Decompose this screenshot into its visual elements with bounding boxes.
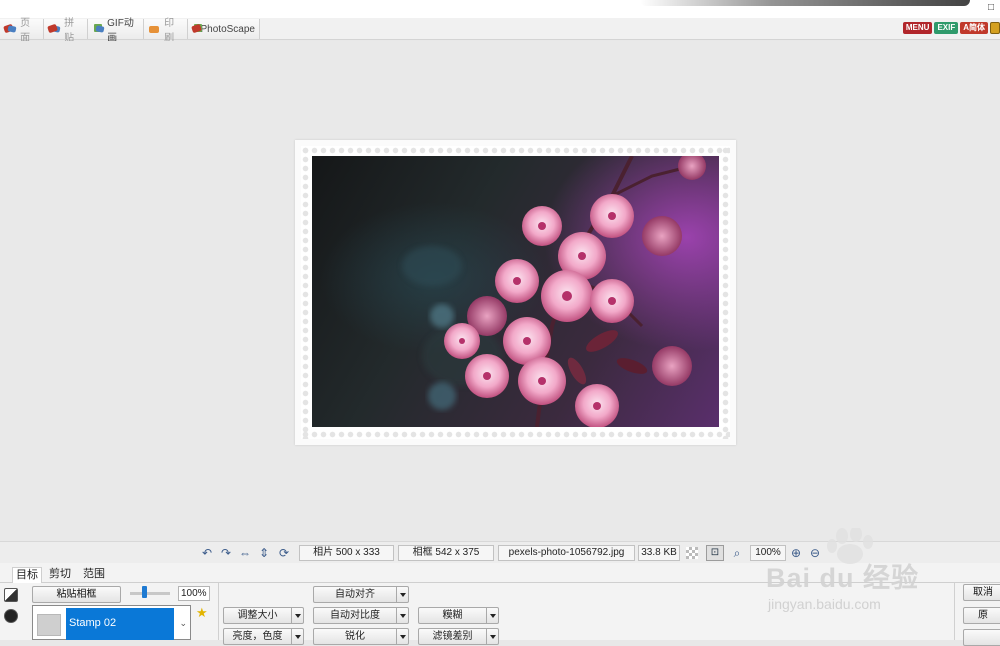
tab-range[interactable]: 范围 (80, 567, 108, 583)
restore-window-button[interactable]: □ (988, 2, 998, 14)
stamp-frame (295, 140, 736, 445)
watermark-url: jingyan.baidu.com (768, 596, 881, 612)
tab-print[interactable]: 印刷 (144, 18, 188, 44)
brush-tool-icon[interactable] (4, 609, 18, 623)
chevron-down-icon[interactable] (487, 607, 499, 624)
opacity-field[interactable]: 100% (178, 586, 210, 601)
photo-preview[interactable] (312, 156, 719, 427)
language-button[interactable]: A简体 (960, 22, 988, 34)
opacity-slider-thumb[interactable] (142, 586, 147, 598)
tab-gif[interactable]: GIF动画 (88, 18, 144, 44)
chevron-down-icon[interactable] (397, 586, 409, 603)
page-icon (3, 23, 17, 35)
tab-photoscape[interactable]: PhotoScape (188, 19, 260, 39)
top-right-badges: MENU EXIF A简体 (902, 22, 1000, 36)
title-strip: □ (0, 0, 1000, 18)
chevron-down-icon[interactable] (292, 607, 304, 624)
auto-level-button[interactable]: 自动对齐 (313, 586, 409, 603)
photo-size-field: 相片 500 x 333 (299, 545, 394, 561)
tab-crop[interactable]: 剪切 (46, 567, 74, 583)
original-button[interactable]: 原 (963, 607, 1000, 624)
tab-page[interactable]: 页面 (0, 18, 44, 44)
paste-frame-button[interactable]: 粘贴相框 (32, 586, 121, 603)
rotate-right-icon[interactable]: ↷ (219, 546, 233, 560)
editor-canvas[interactable] (0, 41, 1000, 541)
tab-gif-label: GIF动画 (107, 18, 134, 44)
opacity-slider[interactable] (130, 592, 170, 595)
watermark-text: Bai du 经验 (766, 563, 920, 593)
tab-page-label: 页面 (20, 18, 31, 44)
tab-combine[interactable]: 拼贴 (44, 18, 88, 44)
blur-button[interactable]: 糢糊 (418, 607, 499, 624)
resize-button[interactable]: 调整大小 (223, 607, 304, 624)
blurred-overlay (640, 0, 970, 6)
flip-horizontal-icon[interactable]: ⇔ (238, 546, 252, 560)
frame-thumbnail (37, 614, 61, 636)
file-size-field: 33.8 KB (638, 545, 680, 561)
combine-icon (47, 23, 61, 35)
tab-combine-label: 拼贴 (64, 18, 75, 44)
chevron-down-icon[interactable] (487, 628, 499, 645)
file-name-field: pexels-photo-1056792.jpg (498, 545, 635, 561)
folder-icon[interactable] (990, 22, 1000, 34)
menu-button[interactable]: MENU (902, 22, 933, 34)
module-tab-bar: 页面 拼贴 GIF动画 印刷 PhotoScape (0, 18, 1000, 44)
sharpen-button[interactable]: 锐化 (313, 628, 409, 645)
cancel-button[interactable]: 取消 (963, 584, 1000, 601)
zoom-fit-button[interactable]: ⊡ (706, 545, 724, 561)
gif-icon (91, 23, 105, 35)
brightness-button[interactable]: 亮度，色度 (223, 628, 304, 645)
color-tool-icon[interactable] (4, 588, 18, 602)
frame-selector[interactable]: Stamp 02 ⌄ (32, 605, 191, 640)
chevron-down-icon[interactable] (397, 607, 409, 624)
photoscape-icon (191, 23, 202, 35)
filter-button[interactable]: 滤镜差别 (418, 628, 499, 645)
tab-print-label: 印刷 (164, 18, 175, 44)
tab-target[interactable]: 目标 (12, 567, 42, 583)
auto-contrast-button[interactable]: 自动对比度 (313, 607, 409, 624)
chevron-down-icon[interactable]: ⌄ (179, 618, 187, 629)
favorite-star-icon[interactable]: ★ (196, 606, 208, 620)
tab-photoscape-label: PhotoScape (200, 23, 256, 35)
print-icon (147, 23, 160, 35)
chevron-down-icon[interactable] (292, 628, 304, 645)
flip-vertical-icon[interactable]: ⇕ (257, 546, 271, 560)
zoom-actual-icon[interactable]: ⌕ (730, 546, 744, 560)
transparency-grid-icon[interactable] (686, 547, 698, 559)
exif-button[interactable]: EXIF (934, 22, 959, 34)
frame-name: Stamp 02 (66, 608, 174, 640)
refresh-icon[interactable]: ⟳ (277, 546, 291, 560)
more-button[interactable] (963, 629, 1000, 646)
frame-size-field: 相框 542 x 375 (398, 545, 494, 561)
rotate-left-icon[interactable]: ↶ (200, 546, 214, 560)
cherry-blossom-image (402, 156, 706, 427)
chevron-down-icon[interactable] (397, 628, 409, 645)
